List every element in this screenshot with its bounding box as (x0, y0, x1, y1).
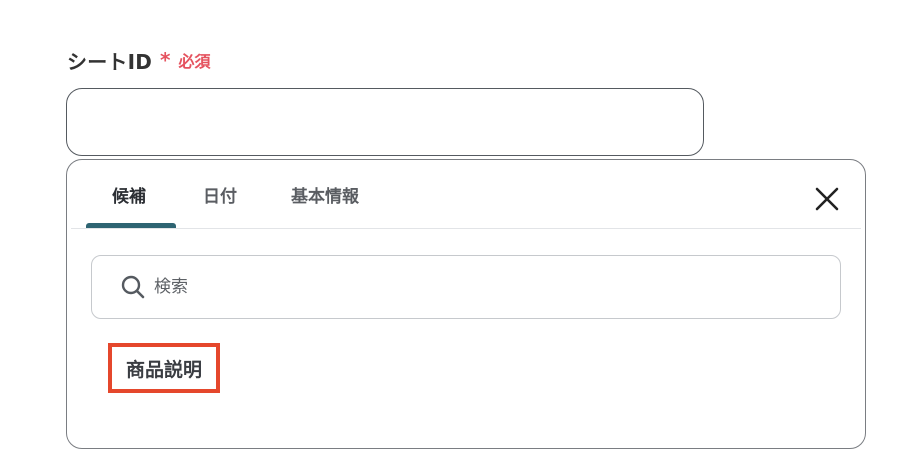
search-icon (120, 274, 146, 300)
tab-candidates[interactable]: 候補 (112, 182, 146, 212)
search-box[interactable] (91, 255, 841, 319)
required-asterisk: * (160, 48, 171, 72)
sheet-id-label-text: シートID (67, 49, 153, 74)
search-input[interactable] (152, 266, 840, 308)
tab-basic-info[interactable]: 基本情報 (291, 182, 359, 212)
candidate-item-product-description[interactable]: 商品説明 (108, 343, 221, 393)
sheet-id-label: シートID * 必須 (67, 45, 211, 75)
tab-date[interactable]: 日付 (203, 182, 237, 212)
close-icon[interactable] (813, 185, 841, 213)
tab-divider (71, 228, 861, 229)
tab-bar: 候補 日付 基本情報 (67, 160, 865, 229)
sheet-id-input[interactable] (66, 88, 704, 156)
suggestion-panel: 候補 日付 基本情報 商品説明 (66, 159, 866, 449)
required-badge: 必須 (178, 52, 211, 71)
